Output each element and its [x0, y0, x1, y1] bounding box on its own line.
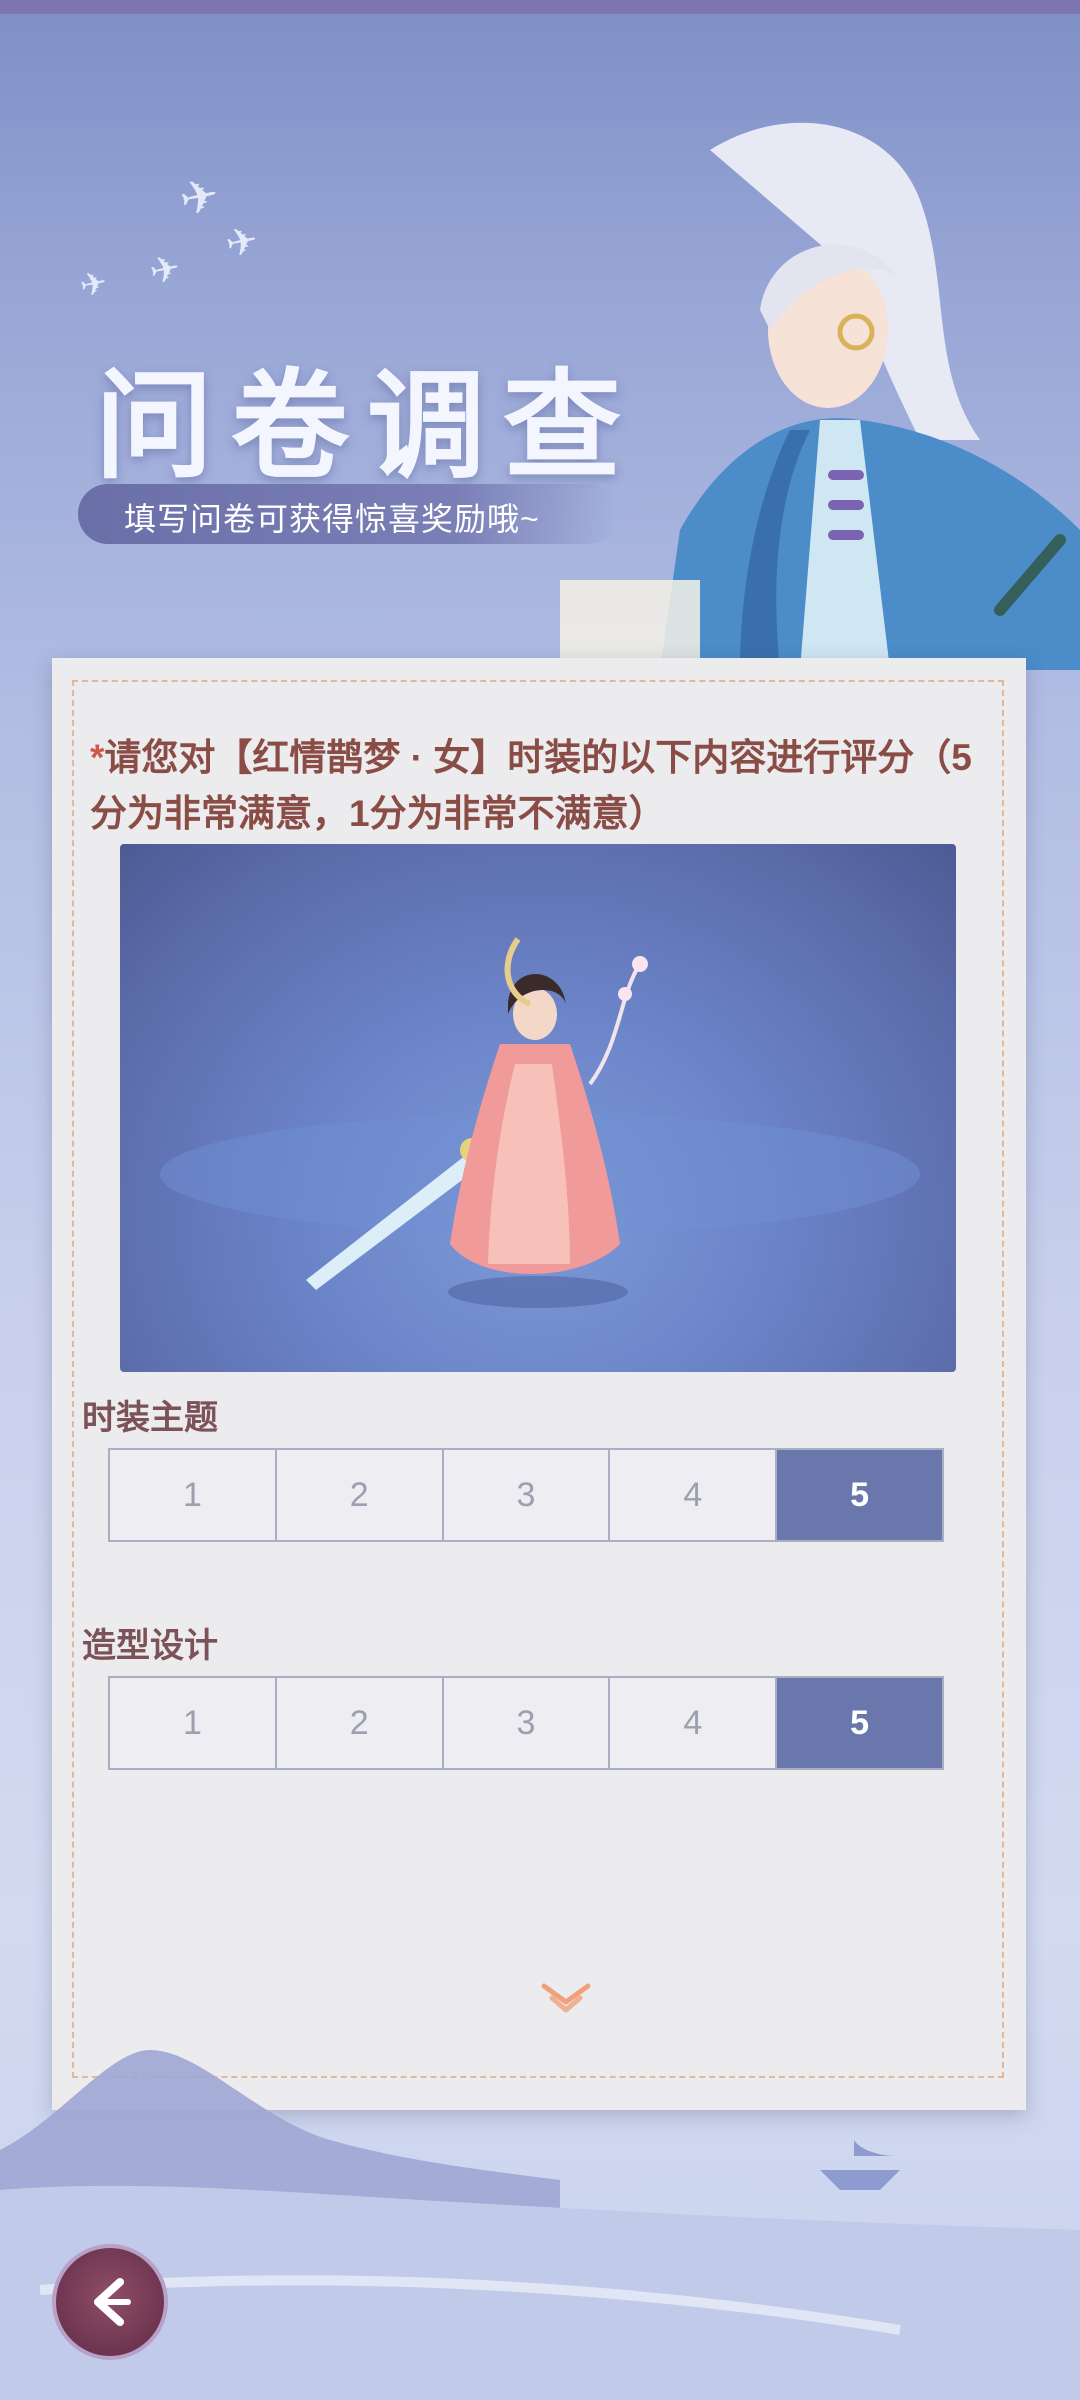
- top-status-strip: [0, 0, 1080, 14]
- required-asterisk: *: [90, 737, 105, 778]
- page-subtitle: 填写问卷可获得惊喜奖励哦~: [124, 501, 540, 537]
- question-text: *请您对【红情鹊梦 · 女】时装的以下内容进行评分（5分为非常满意，1分为非常不…: [90, 730, 990, 842]
- rating-option-3[interactable]: 3: [444, 1678, 611, 1768]
- rating-group-design: 1 2 3 4 5: [108, 1676, 944, 1770]
- rating-option-5-selected[interactable]: 5: [777, 1450, 942, 1540]
- rating-option-1[interactable]: 1: [110, 1678, 277, 1768]
- rating-option-3[interactable]: 3: [444, 1450, 611, 1540]
- rating-group-theme: 1 2 3 4 5: [108, 1448, 944, 1542]
- rating-option-5-selected[interactable]: 5: [777, 1678, 942, 1768]
- double-chevron-down-icon[interactable]: [538, 1980, 594, 2020]
- crane-icon: ✈: [174, 166, 224, 228]
- crane-icon: ✈: [76, 262, 111, 306]
- costume-preview-image: [120, 844, 956, 1372]
- crane-icon: ✈: [146, 247, 185, 294]
- rating-option-4[interactable]: 4: [610, 1450, 778, 1540]
- question-body: 请您对【红情鹊梦 · 女】时装的以下内容进行评分（5分为非常满意，1分为非常不满…: [90, 737, 972, 834]
- rating-label-theme: 时装主题: [82, 1399, 218, 1437]
- page-title: 问卷调查: [95, 356, 640, 495]
- rating-option-2[interactable]: 2: [277, 1450, 444, 1540]
- crane-icon: ✈: [221, 217, 263, 267]
- rating-label-design: 造型设计: [82, 1627, 218, 1665]
- rating-option-4[interactable]: 4: [610, 1678, 778, 1768]
- survey-card[interactable]: *请您对【红情鹊梦 · 女】时装的以下内容进行评分（5分为非常满意，1分为非常不…: [52, 658, 1026, 2110]
- mountain-landscape: [0, 2050, 1080, 2400]
- back-arrow-icon: [94, 2278, 131, 2326]
- rating-option-1[interactable]: 1: [110, 1450, 277, 1540]
- rating-option-2[interactable]: 2: [277, 1678, 444, 1768]
- back-button[interactable]: [52, 2244, 168, 2360]
